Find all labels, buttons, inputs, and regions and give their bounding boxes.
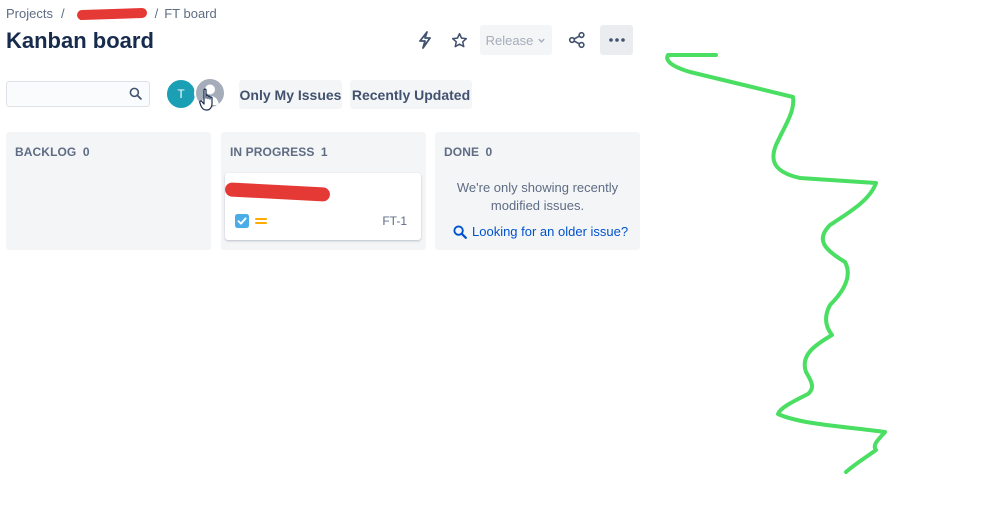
task-type-icon	[235, 214, 249, 228]
page-title: Kanban board	[6, 28, 154, 53]
search-input[interactable]	[7, 82, 129, 106]
more-actions-button[interactable]	[600, 25, 633, 55]
issue-key[interactable]: FT-1	[382, 214, 407, 228]
column-count: 1	[320, 145, 328, 159]
more-icon	[608, 38, 625, 42]
issue-card[interactable]: FT-1	[224, 173, 421, 240]
share-icon	[568, 31, 585, 49]
lightning-icon	[419, 31, 431, 49]
search-box	[6, 81, 150, 107]
release-button[interactable]: Release	[480, 25, 552, 55]
redacted-project-name	[76, 7, 147, 20]
priority-medium-icon	[255, 218, 267, 224]
redacted-issue-summary	[224, 182, 331, 202]
older-issues-link-label: Looking for an older issue?	[472, 224, 629, 239]
release-label: Release	[485, 32, 534, 48]
backlog-column: BACKLOG 0	[6, 132, 211, 250]
search-icon	[453, 224, 467, 239]
star-button[interactable]	[444, 25, 474, 55]
breadcrumb-board-link[interactable]: FT board	[164, 6, 217, 21]
breadcrumb-projects-link[interactable]: Projects	[6, 6, 53, 21]
column-header: IN PROGRESS 1	[230, 145, 328, 159]
column-title: DONE	[444, 145, 480, 159]
kanban-page: Projects / / FT board Kanban board Relea…	[0, 0, 999, 527]
share-button[interactable]	[562, 25, 592, 55]
column-count: 0	[485, 145, 493, 159]
done-column: DONE 0 We're only showing recently modif…	[435, 132, 640, 250]
breadcrumb-separator: /	[154, 6, 159, 21]
column-header: BACKLOG 0	[15, 145, 90, 159]
column-title: BACKLOG	[15, 145, 77, 159]
automation-button[interactable]	[410, 25, 440, 55]
only-my-issues-filter[interactable]: Only My Issues	[239, 80, 342, 109]
column-header: DONE 0	[444, 145, 492, 159]
older-issues-link[interactable]: Looking for an older issue?	[453, 224, 628, 239]
breadcrumb-separator: /	[60, 6, 65, 21]
search-icon	[129, 87, 142, 100]
avatar[interactable]: T	[165, 78, 197, 110]
breadcrumb: Projects / / FT board	[6, 6, 217, 21]
done-info-message: We're only showing recently modified iss…	[456, 180, 619, 213]
column-count: 0	[82, 145, 90, 159]
column-title: IN PROGRESS	[230, 145, 315, 159]
green-scribble-annotation	[665, 53, 887, 474]
recently-updated-filter[interactable]: Recently Updated	[350, 80, 472, 109]
chevron-down-icon	[538, 38, 546, 43]
star-icon	[451, 32, 467, 47]
hand-cursor-icon	[199, 88, 213, 111]
